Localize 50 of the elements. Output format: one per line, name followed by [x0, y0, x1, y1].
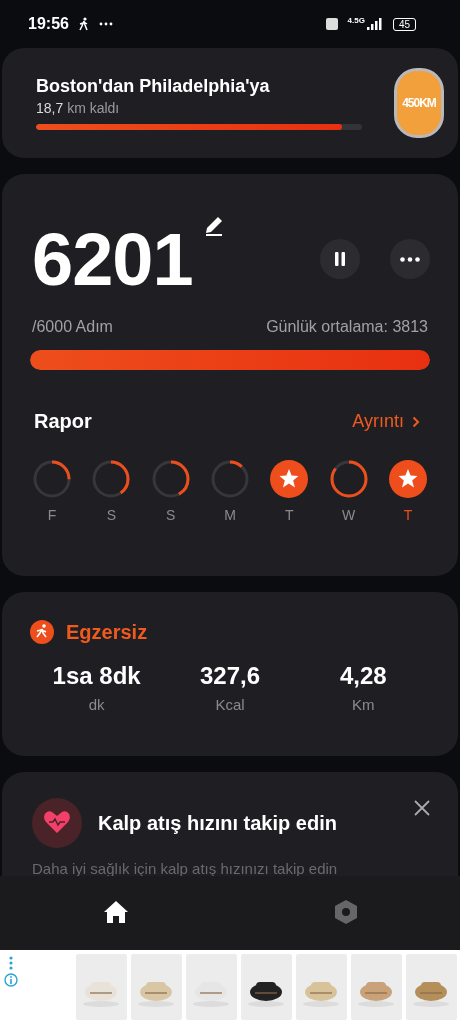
progress-ring[interactable] — [91, 459, 132, 499]
day-label: S — [166, 507, 176, 523]
stat-unit: dk — [88, 696, 105, 713]
stat-unit: Km — [352, 696, 375, 713]
day-label: S — [106, 507, 116, 523]
route-title: Boston'dan Philadelphia'ya — [36, 76, 271, 97]
day-label: T — [403, 507, 413, 523]
more-notifications-icon — [98, 22, 113, 26]
signal-icon — [366, 18, 383, 30]
more-button[interactable] — [390, 239, 430, 279]
details-link[interactable]: Ayrıntı — [352, 411, 420, 432]
network-type: 4.5G — [347, 16, 365, 25]
step-goal: /6000 Adım — [32, 318, 113, 336]
day-label: M — [224, 507, 236, 523]
pause-icon — [334, 252, 346, 266]
close-icon[interactable] — [414, 800, 430, 816]
progress-ring[interactable] — [150, 459, 191, 499]
home-icon[interactable] — [102, 900, 129, 924]
stat-value: 4,28 — [339, 662, 387, 690]
day-label: W — [342, 507, 356, 523]
running-icon — [30, 620, 54, 644]
heart-rate-description: Daha iyi sağlık için kalp atış hızınızı takip edin — [32, 860, 339, 877]
day-label: T — [285, 507, 294, 523]
star-badge-icon[interactable] — [269, 459, 310, 499]
star-badge-icon[interactable] — [387, 459, 428, 499]
progress-ring[interactable] — [328, 459, 369, 499]
progress-ring[interactable] — [32, 459, 72, 499]
stat-value: 327,6 — [199, 662, 260, 690]
step-count: 6201 — [32, 216, 193, 302]
stat-unit: Kcal — [215, 696, 245, 713]
report-title: Rapor — [34, 410, 92, 433]
pause-button[interactable] — [320, 239, 360, 279]
distance-badge: 450KM — [394, 68, 444, 138]
battery-indicator: 45 — [392, 17, 416, 31]
day-label: F — [47, 507, 57, 523]
remaining-distance: 18,7 km kaldı — [36, 100, 121, 116]
info-icon[interactable] — [4, 973, 18, 987]
walking-icon — [78, 17, 89, 31]
route-card[interactable]: Boston'dan Philadelphia'ya 18,7 km kaldı 450KM — [2, 48, 458, 158]
ad-options-icon[interactable] — [9, 956, 13, 970]
progress-ring[interactable] — [210, 459, 250, 499]
settings-icon[interactable] — [333, 899, 358, 925]
heart-rate-icon — [32, 798, 82, 848]
heart-rate-title: Kalp atış hızını takip edin — [98, 811, 338, 835]
chevron-icon — [412, 415, 420, 428]
stat-value: 1sa 8dk — [52, 662, 141, 690]
exercise-title: Egzersiz — [66, 620, 148, 644]
status-time: 19:56 — [28, 15, 69, 33]
daily-average: Günlük ortalama: 3813 — [266, 318, 428, 336]
more-icon — [400, 256, 420, 262]
